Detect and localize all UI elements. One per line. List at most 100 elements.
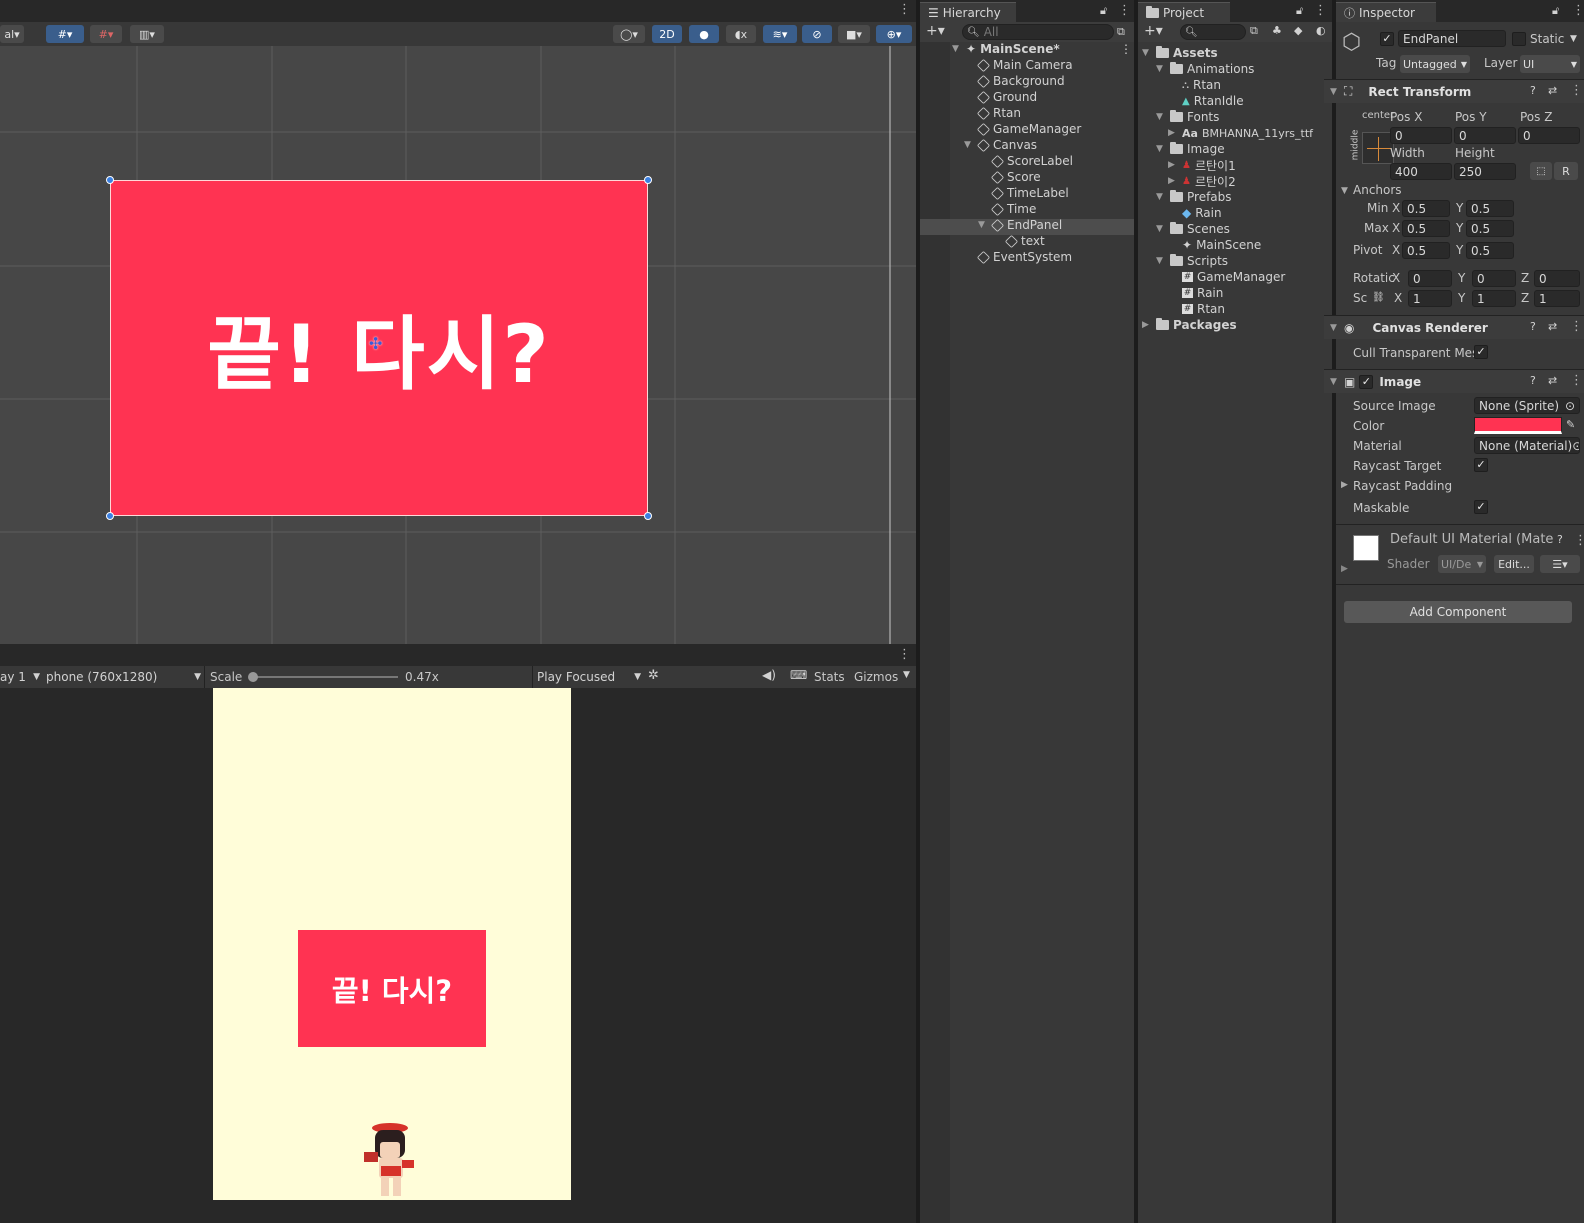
end-panel-game[interactable]: 끝! 다시? xyxy=(298,930,486,1047)
help-icon[interactable]: ? xyxy=(1557,533,1563,546)
component-menu-icon[interactable]: ⋮ xyxy=(1570,84,1583,97)
maskable-checkbox[interactable]: ✓ xyxy=(1474,500,1488,514)
edit-shader-button[interactable]: Edit... xyxy=(1494,555,1534,573)
increment-snap-button[interactable]: ▥▾ xyxy=(130,25,164,43)
help-icon[interactable]: ? xyxy=(1530,374,1536,387)
chevron-right-icon[interactable]: ▶ xyxy=(1341,480,1348,490)
lock-icon[interactable]: 🔓︎ xyxy=(1296,4,1303,18)
search-by-type-icon[interactable]: ⧉ xyxy=(1250,24,1258,38)
scene-visibility-toggle[interactable]: ⊘ xyxy=(802,25,832,43)
inspector-menu-icon[interactable]: ⋮ xyxy=(1572,4,1584,17)
rect-transform-header[interactable]: ▼ ⛶ Rect Transform xyxy=(1324,79,1584,103)
scale-y-field[interactable]: 1 xyxy=(1472,290,1516,307)
add-icon[interactable]: +▾ xyxy=(926,23,945,39)
hierarchy-menu-icon[interactable]: ⋮ xyxy=(1118,4,1131,17)
cull-transparent-checkbox[interactable]: ✓ xyxy=(1474,345,1488,359)
camera-dropdown[interactable]: ■▾ xyxy=(838,25,870,43)
project-item[interactable]: ▲ RtanIdle xyxy=(1182,93,1244,109)
rect-handle-tr[interactable] xyxy=(644,176,652,184)
project-item[interactable]: ▼ Scripts xyxy=(1156,253,1228,269)
rotation-z-field[interactable]: 0 xyxy=(1534,270,1580,287)
material-field[interactable]: None (Material)⊙ xyxy=(1474,437,1580,454)
grid-toggle-button[interactable]: #▾ xyxy=(46,25,84,43)
project-item[interactable]: ▶ Packages xyxy=(1142,317,1237,333)
draw-mode-dropdown[interactable]: ◯▾ xyxy=(613,25,645,43)
gizmos-dropdown[interactable]: ⊕▾ xyxy=(876,25,912,43)
chevron-right-icon[interactable]: ▶ xyxy=(1341,564,1348,574)
anchor-min-x-field[interactable]: 0.5 xyxy=(1402,200,1450,217)
project-item[interactable]: ▼ Animations xyxy=(1156,61,1254,77)
display-dropdown[interactable]: ay 1 ▼ xyxy=(0,668,40,686)
rect-handle-bl[interactable] xyxy=(106,512,114,520)
hierarchy-item[interactable]: GameManager xyxy=(976,121,1081,137)
project-item[interactable]: ▶ ♟ 르탄이2 xyxy=(1168,173,1236,189)
project-item[interactable]: ◆ Rain xyxy=(1182,205,1222,221)
rect-handle-tl[interactable] xyxy=(106,176,114,184)
posy-field[interactable]: 0 xyxy=(1454,127,1516,144)
play-mode-dropdown[interactable]: Play Focused ▼ xyxy=(537,668,641,686)
project-item[interactable]: ✦ MainScene xyxy=(1182,237,1261,253)
hierarchy-item[interactable]: Background xyxy=(976,73,1065,89)
preset-icon[interactable]: ⇄ xyxy=(1548,84,1557,97)
hierarchy-item[interactable]: Rtan xyxy=(976,105,1021,121)
hierarchy-item-selected[interactable]: ▼ EndPanel xyxy=(978,217,1062,233)
hierarchy-item[interactable]: Time xyxy=(990,201,1036,217)
posx-field[interactable]: 0 xyxy=(1390,127,1452,144)
project-item[interactable]: ▼ Scenes xyxy=(1156,221,1230,237)
kebab-icon[interactable]: ⋮ xyxy=(1120,42,1132,56)
game-viewport[interactable]: 끝! 다시? xyxy=(0,688,916,1223)
link-off-icon[interactable]: ⛓ xyxy=(1372,292,1385,303)
hierarchy-item[interactable]: Main Camera xyxy=(976,57,1073,73)
label-icon[interactable]: ◆ xyxy=(1294,24,1302,37)
hierarchy-search-input[interactable]: 🔍︎ All xyxy=(962,24,1114,40)
object-name-input[interactable]: EndPanel xyxy=(1398,30,1506,47)
snap-toggle-button[interactable]: #▾ xyxy=(90,25,122,43)
toggle-2d-button[interactable]: 2D xyxy=(652,25,682,43)
preset-icon[interactable]: ⇄ xyxy=(1548,320,1557,333)
layer-dropdown[interactable]: UI ▼ xyxy=(1520,55,1580,73)
shader-dropdown[interactable]: UI/De ▼ xyxy=(1438,555,1486,573)
width-field[interactable]: 400 xyxy=(1390,163,1452,180)
project-item[interactable]: ▼ Fonts xyxy=(1156,109,1219,125)
gizmos-button[interactable]: Gizmos xyxy=(854,670,898,684)
help-icon[interactable]: ? xyxy=(1530,84,1536,97)
anchor-icon[interactable]: ✣ xyxy=(369,336,385,352)
material-menu-icon[interactable]: ⋮ xyxy=(1574,534,1584,547)
tag-dropdown[interactable]: Untagged ▼ xyxy=(1400,55,1470,73)
hierarchy-item[interactable]: ScoreLabel xyxy=(990,153,1073,169)
static-checkbox[interactable] xyxy=(1512,32,1526,46)
anchor-min-y-field[interactable]: 0.5 xyxy=(1466,200,1514,217)
image-header[interactable]: ▼ ▣ ✓ Image xyxy=(1324,369,1584,393)
source-image-field[interactable]: None (Sprite) ⊙ xyxy=(1474,397,1580,414)
game-menu-icon[interactable]: ⋮ xyxy=(898,648,911,661)
audio-toggle[interactable]: ◖x xyxy=(726,25,756,43)
component-menu-icon[interactable]: ⋮ xyxy=(1570,374,1583,387)
pivot-mode-dropdown[interactable]: al ▾ xyxy=(0,25,24,43)
hidden-packages-icon[interactable]: ◐ xyxy=(1316,24,1326,37)
active-checkbox[interactable]: ✓ xyxy=(1380,32,1394,46)
keyboard-icon[interactable]: ⌨ xyxy=(790,668,807,682)
scene-menu-icon[interactable]: ⋮ xyxy=(898,3,911,16)
project-item[interactable]: ▼ Image xyxy=(1156,141,1225,157)
scale-slider-thumb[interactable] xyxy=(248,672,258,682)
hierarchy-item[interactable]: Ground xyxy=(976,89,1037,105)
height-field[interactable]: 250 xyxy=(1454,163,1516,180)
lock-icon[interactable]: 🔓︎ xyxy=(1100,4,1107,18)
shader-options-dropdown[interactable]: ☰▾ xyxy=(1540,555,1580,573)
color-swatch[interactable] xyxy=(1474,417,1562,434)
speaker-icon[interactable]: ◀) xyxy=(762,668,776,682)
filter-icon[interactable]: ♣ xyxy=(1272,24,1282,37)
tab-inspector[interactable]: ⓘ Inspector xyxy=(1336,2,1436,22)
project-item[interactable]: ▶ ♟ 르탄이1 xyxy=(1168,157,1236,173)
hierarchy-item[interactable]: ▼ Canvas xyxy=(964,137,1037,153)
chevron-down-icon[interactable]: ▼ xyxy=(903,670,910,680)
pivot-y-field[interactable]: 0.5 xyxy=(1466,242,1514,259)
project-menu-icon[interactable]: ⋮ xyxy=(1314,4,1327,17)
anchor-max-x-field[interactable]: 0.5 xyxy=(1402,220,1450,237)
eyedropper-icon[interactable]: ✎ xyxy=(1566,418,1575,431)
hierarchy-scene-row[interactable]: ▼ ✦ MainScene* ⋮ xyxy=(952,41,1132,57)
project-item[interactable]: ▼ Assets xyxy=(1142,45,1218,61)
object-picker-icon[interactable]: ⊙ xyxy=(1572,439,1579,453)
anchors-foldout-icon[interactable]: ▼ xyxy=(1341,186,1348,196)
rotation-y-field[interactable]: 0 xyxy=(1472,270,1516,287)
